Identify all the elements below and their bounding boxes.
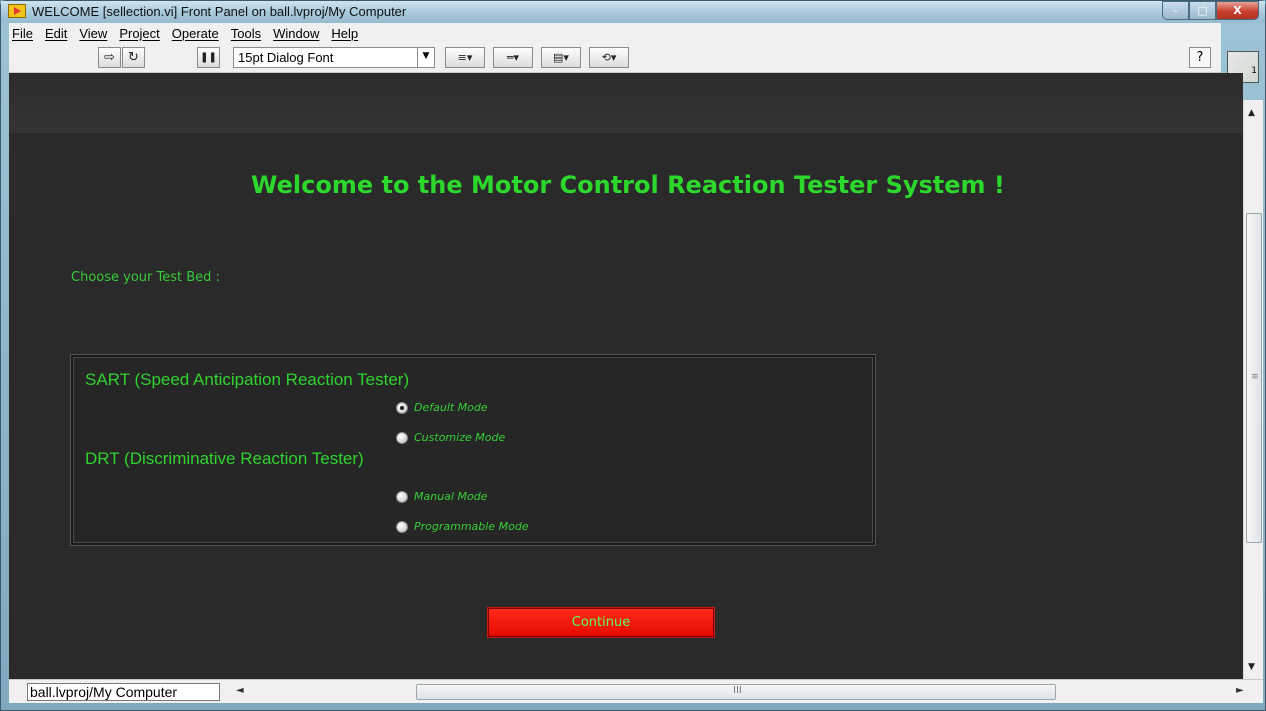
pause-icon[interactable]: ❚❚ <box>197 47 220 68</box>
front-panel: Welcome to the Motor Control Reaction Te… <box>9 73 1243 679</box>
run-arrow-icon[interactable]: ⇨ <box>98 47 121 68</box>
scroll-right-icon[interactable]: ► <box>1236 685 1244 696</box>
resize-objects-icon[interactable]: ▤▾ <box>541 47 581 68</box>
maximize-button[interactable]: □ <box>1189 1 1216 20</box>
test-bed-selector: SART (Speed Anticipation Reaction Tester… <box>71 355 875 545</box>
radio-unchecked-icon[interactable] <box>396 431 408 444</box>
radio-unchecked-icon[interactable] <box>396 490 408 503</box>
font-setting-value: 15pt Dialog Font <box>238 50 334 65</box>
window-title: WELCOME [sellection.vi] Front Panel on b… <box>32 4 407 19</box>
vertical-scrollbar[interactable]: ▲ ≡ ▼ <box>1243 100 1263 679</box>
context-help-icon[interactable]: ? <box>1189 47 1211 68</box>
menu-bar: File Edit View Project Operate Tools Win… <box>9 23 1221 43</box>
menu-tools[interactable]: Tools <box>231 26 261 41</box>
scroll-up-icon[interactable]: ▲ <box>1248 108 1255 118</box>
reorder-icon[interactable]: ⟲▾ <box>589 47 629 68</box>
radio-manual-mode[interactable]: Manual Mode <box>396 490 487 503</box>
radio-customize-mode[interactable]: Customize Mode <box>396 431 505 444</box>
title-bar[interactable]: WELCOME [sellection.vi] Front Panel on b… <box>1 1 1265 23</box>
panel-top-band <box>9 73 1243 133</box>
radio-label: Manual Mode <box>414 490 488 503</box>
radio-label: Customize Mode <box>414 431 506 444</box>
labview-app-icon <box>8 4 26 18</box>
status-bar: ball.lvproj/My Computer ◄ III ► <box>9 679 1263 703</box>
chevron-down-icon[interactable]: ▼ <box>417 47 434 68</box>
toolbar: ⇨ ↻ ❚❚ 15pt Dialog Font ▼ ≡▾ ═▾ ▤▾ ⟲▾ ? <box>9 43 1221 73</box>
distribute-objects-icon[interactable]: ═▾ <box>493 47 533 68</box>
vertical-scroll-thumb[interactable]: ≡ <box>1246 213 1262 543</box>
menu-edit[interactable]: Edit <box>45 26 67 41</box>
continue-button[interactable]: Continue <box>488 608 714 637</box>
menu-project[interactable]: Project <box>119 26 159 41</box>
scroll-down-icon[interactable]: ▼ <box>1248 662 1255 672</box>
scroll-grip-icon: ≡ <box>1251 372 1259 382</box>
horizontal-scroll-thumb[interactable]: III <box>416 684 1056 700</box>
application-instance-path[interactable]: ball.lvproj/My Computer <box>27 683 220 701</box>
radio-unchecked-icon[interactable] <box>396 520 408 533</box>
drt-group-title: DRT (Discriminative Reaction Tester) <box>85 449 364 468</box>
choose-test-bed-label: Choose your Test Bed : <box>71 270 220 285</box>
run-continuously-icon[interactable]: ↻ <box>122 47 145 68</box>
radio-default-mode[interactable]: Default Mode <box>396 401 488 414</box>
menu-operate[interactable]: Operate <box>172 26 219 41</box>
menu-view[interactable]: View <box>79 26 107 41</box>
close-button[interactable]: X <box>1216 1 1259 20</box>
align-objects-icon[interactable]: ≡▾ <box>445 47 485 68</box>
scroll-left-icon[interactable]: ◄ <box>236 685 244 696</box>
minimize-button[interactable]: – <box>1162 1 1189 20</box>
scroll-grip-icon: III <box>733 685 742 696</box>
menu-file[interactable]: File <box>12 26 33 41</box>
menu-window[interactable]: Window <box>273 26 319 41</box>
radio-label: Programmable Mode <box>414 520 529 533</box>
radio-checked-icon[interactable] <box>396 401 408 414</box>
sart-group-title: SART (Speed Anticipation Reaction Tester… <box>85 370 410 389</box>
window-controls: – □ X <box>1162 1 1259 20</box>
welcome-headline: Welcome to the Motor Control Reaction Te… <box>251 171 1005 199</box>
menu-help[interactable]: Help <box>331 26 358 41</box>
radio-label: Default Mode <box>414 401 488 414</box>
labview-window: WELCOME [sellection.vi] Front Panel on b… <box>0 0 1266 711</box>
text-settings-dropdown[interactable]: 15pt Dialog Font <box>233 47 435 68</box>
radio-programmable-mode[interactable]: Programmable Mode <box>396 520 529 533</box>
